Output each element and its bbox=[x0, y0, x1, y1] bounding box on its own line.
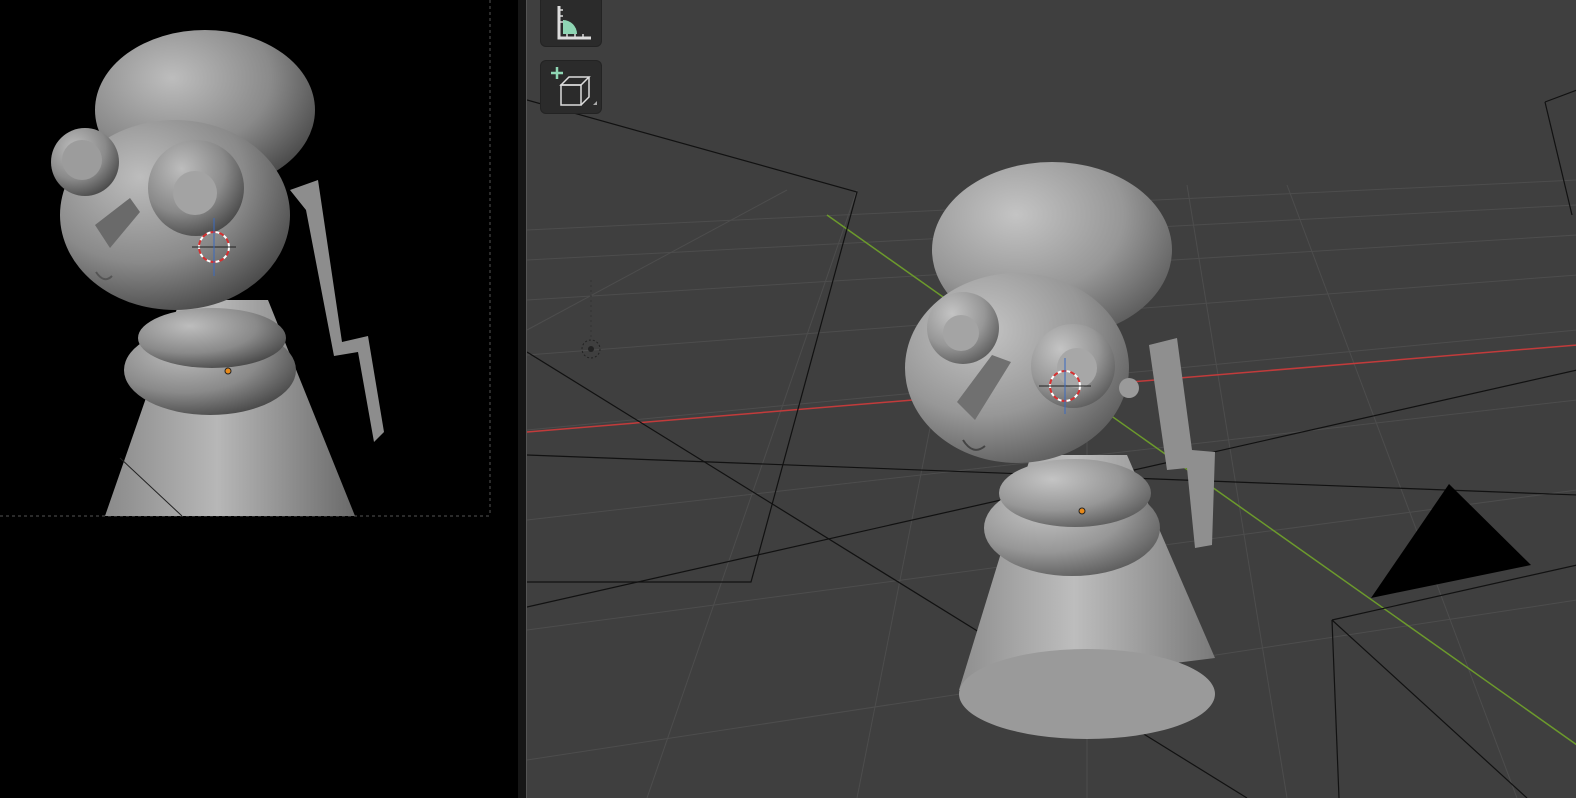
viewport-scene bbox=[527, 89, 1576, 798]
ear-shape bbox=[1119, 378, 1139, 398]
add-cube-icon bbox=[551, 67, 597, 106]
collar-ring-upper bbox=[999, 459, 1151, 527]
cone-base bbox=[959, 649, 1215, 739]
right-pupil bbox=[1057, 348, 1097, 388]
character-model[interactable] bbox=[905, 162, 1215, 739]
area-divider[interactable] bbox=[518, 0, 526, 798]
left-pupil bbox=[62, 140, 102, 180]
camera-preview-panel[interactable] bbox=[0, 0, 518, 798]
measure-tool-button[interactable] bbox=[541, 0, 601, 46]
3d-viewport[interactable] bbox=[526, 0, 1576, 798]
right-pupil bbox=[173, 171, 217, 215]
origin-dot bbox=[224, 367, 232, 375]
origin-dot[interactable] bbox=[1078, 507, 1086, 515]
left-pupil bbox=[943, 315, 979, 351]
measure-ruler-icon bbox=[557, 6, 591, 40]
add-cube-tool-button[interactable] bbox=[541, 61, 601, 113]
camera-preview-render bbox=[0, 0, 491, 517]
collar-ring-upper bbox=[138, 308, 286, 368]
